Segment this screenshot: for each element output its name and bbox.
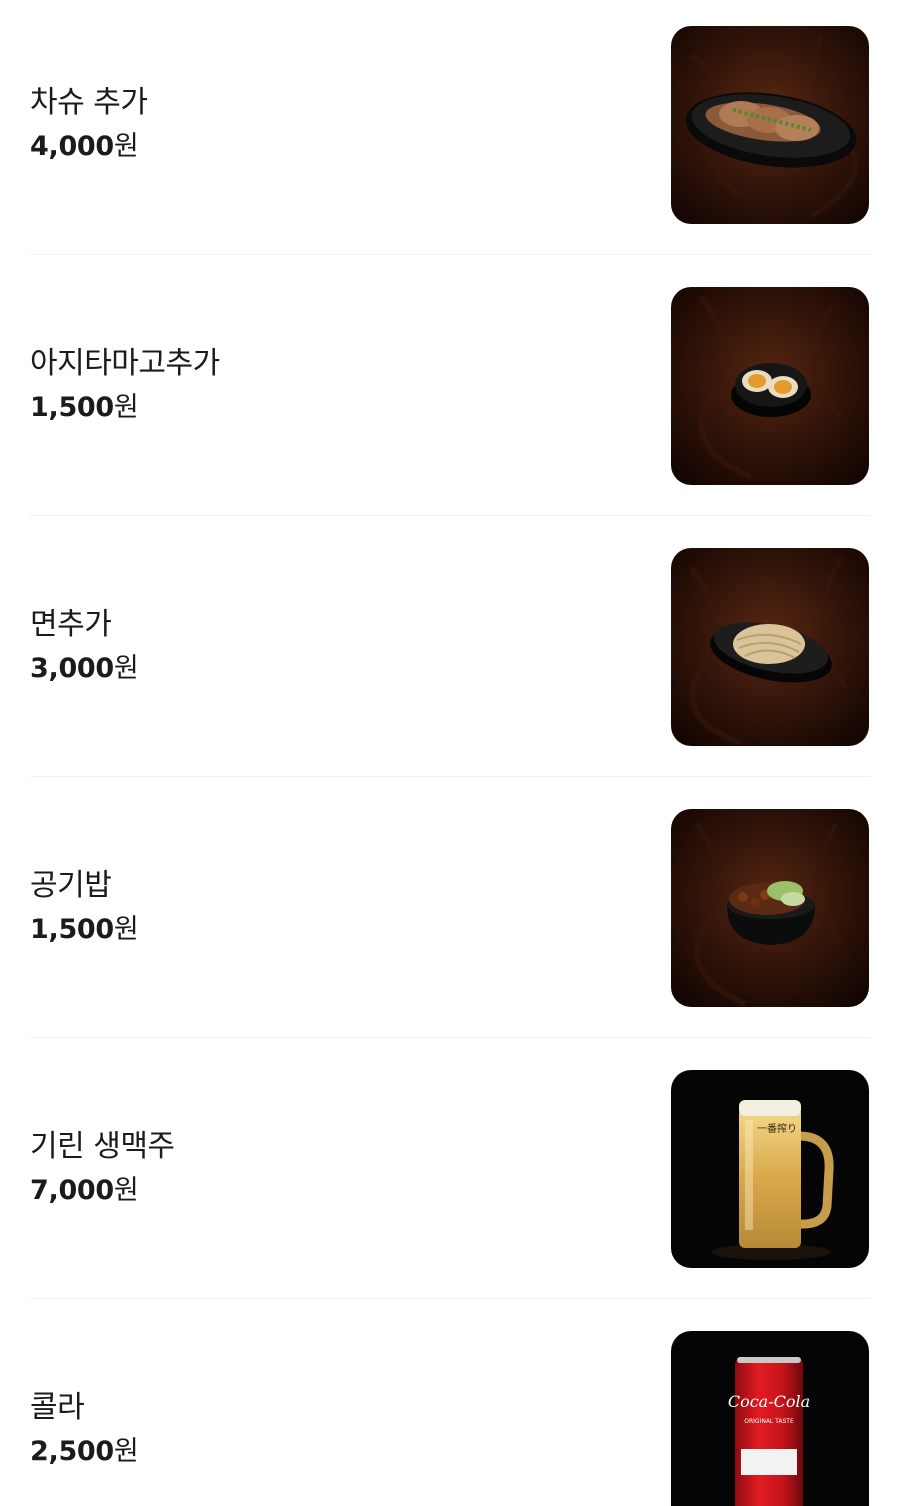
- divider: [30, 254, 870, 255]
- divider: [30, 1298, 870, 1299]
- menu-item-name: 면추가: [30, 607, 112, 642]
- soft-boiled-egg-photo: [671, 287, 869, 485]
- divider: [30, 776, 870, 777]
- price-amount: 1,500: [30, 914, 114, 945]
- currency-suffix: 원: [113, 131, 139, 162]
- currency-suffix: 원: [113, 1175, 139, 1206]
- menu-item-noodle[interactable]: 면추가 3,000원: [30, 522, 870, 782]
- menu-item-rice[interactable]: 공기밥 1,500원: [30, 783, 870, 1043]
- can-brand-text: Coca-Cola: [728, 1392, 810, 1411]
- menu-item-text: 기린 생맥주 7,000원: [30, 1044, 630, 1304]
- draft-beer-mug-photo: 一番搾り: [671, 1070, 869, 1268]
- cola-can-photo: Coca-Cola ORIGINAL TASTE: [671, 1331, 869, 1506]
- menu-item-price: 4,000원: [30, 130, 139, 164]
- price-amount: 3,000: [30, 653, 114, 684]
- mug-label: 一番搾り: [757, 1122, 797, 1135]
- menu-item-ajitama[interactable]: 아지타마고추가 1,500원: [30, 261, 870, 521]
- noodle-plate-photo: [671, 548, 869, 746]
- can-subtitle-text: ORIGINAL TASTE: [744, 1418, 794, 1425]
- menu-item-chashu[interactable]: 차슈 추가 4,000원: [30, 0, 870, 260]
- menu-item-beer[interactable]: 기린 생맥주 7,000원 一番搾り: [30, 1044, 870, 1304]
- chashu-plate-photo: [671, 26, 869, 224]
- menu-item-name: 기린 생맥주: [30, 1129, 175, 1164]
- menu-item-text: 차슈 추가 4,000원: [30, 0, 630, 260]
- menu-item-name: 차슈 추가: [30, 85, 148, 120]
- currency-suffix: 원: [113, 392, 139, 423]
- menu-item-text: 공기밥 1,500원: [30, 783, 630, 1043]
- menu-item-name: 콜라: [30, 1390, 85, 1425]
- menu-item-text: 콜라 2,500원: [30, 1305, 630, 1506]
- menu-item-name: 아지타마고추가: [30, 346, 220, 381]
- price-amount: 4,000: [30, 131, 114, 162]
- rice-bowl-photo: [671, 809, 869, 1007]
- menu-item-name: 공기밥: [30, 868, 112, 903]
- currency-suffix: 원: [113, 1436, 139, 1467]
- divider: [30, 515, 870, 516]
- currency-suffix: 원: [113, 914, 139, 945]
- menu-item-price: 2,500원: [30, 1435, 139, 1469]
- price-amount: 1,500: [30, 392, 114, 423]
- menu-item-price: 7,000원: [30, 1174, 139, 1208]
- menu-item-text: 면추가 3,000원: [30, 522, 630, 782]
- menu-list: 차슈 추가 4,000원 아지타마고추가 1,500원 면추가 3,000원 공…: [0, 0, 900, 1506]
- menu-item-text: 아지타마고추가 1,500원: [30, 261, 630, 521]
- menu-item-cola[interactable]: 콜라 2,500원 Coca-Cola ORIGINAL TASTE: [30, 1305, 870, 1506]
- menu-item-price: 1,500원: [30, 913, 139, 947]
- price-amount: 2,500: [30, 1436, 114, 1467]
- divider: [30, 1037, 870, 1038]
- menu-item-price: 3,000원: [30, 652, 139, 686]
- menu-item-price: 1,500원: [30, 391, 139, 425]
- currency-suffix: 원: [113, 653, 139, 684]
- price-amount: 7,000: [30, 1175, 114, 1206]
